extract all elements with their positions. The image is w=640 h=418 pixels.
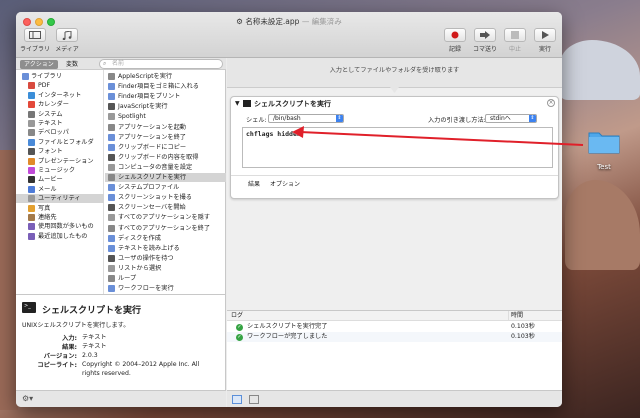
annotation-arrow [292,126,584,146]
